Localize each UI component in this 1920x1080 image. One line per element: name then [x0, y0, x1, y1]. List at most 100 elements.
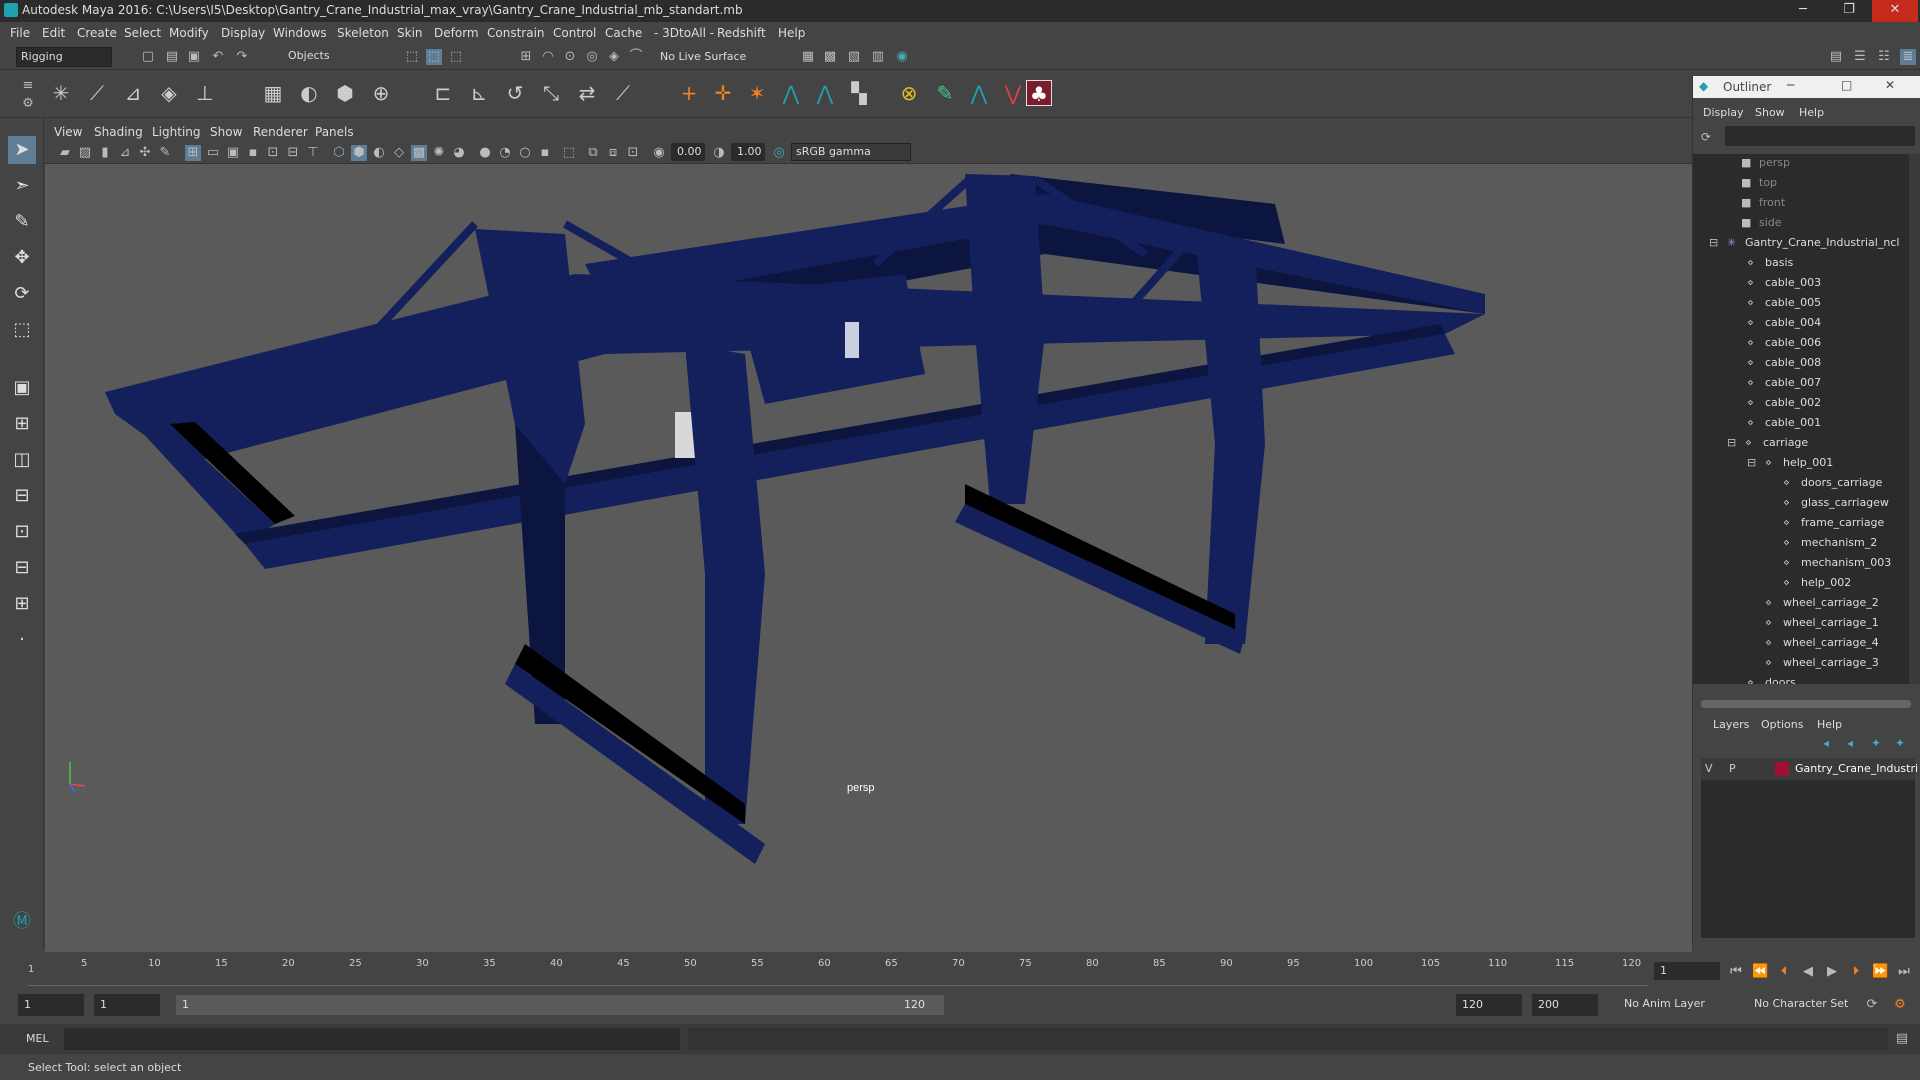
tree-item-wheel-carriage-2[interactable]: ⋄ wheel_carriage_2: [1765, 596, 1879, 616]
play-forward-icon[interactable]: ▶: [1824, 964, 1840, 980]
hik-icon[interactable]: ✶: [744, 80, 770, 106]
vp-menu-show[interactable]: Show: [210, 125, 242, 139]
snap-view-icon[interactable]: ◎: [584, 49, 600, 65]
layout-two-icon[interactable]: ◫: [8, 446, 36, 474]
rotate-tool-icon[interactable]: ⟳: [8, 280, 36, 308]
command-input[interactable]: [64, 1028, 680, 1050]
motion-blur-icon[interactable]: ◔: [497, 145, 513, 161]
gate-mask-icon[interactable]: ▪: [245, 145, 261, 161]
render-view-icon[interactable]: ▥: [870, 49, 886, 65]
select-hierarchy-icon[interactable]: ⬚: [404, 49, 420, 65]
lattice-icon[interactable]: ⬢: [332, 80, 358, 106]
create-joint-locator-icon[interactable]: ✛: [710, 80, 736, 106]
menu-control[interactable]: Control: [553, 26, 596, 40]
outliner-search-input[interactable]: [1725, 126, 1915, 146]
menuset-dropdown[interactable]: Rigging: [16, 47, 112, 67]
grease-pencil-icon[interactable]: ✎: [157, 145, 173, 161]
preferences-icon[interactable]: ⚙: [1892, 997, 1908, 1013]
outliner-close-button[interactable]: ✕: [1885, 78, 1895, 92]
tree-item-wheel-carriage-1[interactable]: ⋄ wheel_carriage_1: [1765, 616, 1879, 636]
modeling-toolkit-icon[interactable]: ▤: [1828, 49, 1844, 65]
shadows-icon[interactable]: ◕: [451, 145, 467, 161]
step-back-key-icon[interactable]: ⏪: [1752, 964, 1768, 980]
field-chart-icon[interactable]: ⊡: [265, 145, 281, 161]
outliner-vscrollbar[interactable]: [1909, 154, 1920, 684]
menu-constrain[interactable]: Constrain: [487, 26, 545, 40]
undo-icon[interactable]: ↶: [210, 49, 226, 65]
ambient-occlusion-icon[interactable]: ●: [477, 145, 493, 161]
vp-menu-renderer[interactable]: Renderer: [253, 125, 308, 139]
tree-item-mechanism-2[interactable]: ⋄ mechanism_2: [1783, 536, 1877, 556]
character-set-dropdown[interactable]: No Character Set: [1750, 994, 1860, 1016]
outliner-hscrollbar[interactable]: [1701, 700, 1911, 708]
render-settings-icon[interactable]: ▦: [800, 49, 816, 65]
layer-move-up-icon[interactable]: ◂: [1823, 736, 1829, 750]
render-frame-icon[interactable]: ▩: [822, 49, 838, 65]
layer-row[interactable]: V P Gantry_Crane_Industri: [1701, 758, 1918, 780]
tree-item-wheel-carriage-4[interactable]: ⋄ wheel_carriage_4: [1765, 636, 1879, 656]
camera-attr-icon[interactable]: ▨: [77, 145, 93, 161]
wireframe-icon[interactable]: ⬡: [331, 145, 347, 161]
tree-item-cable-002[interactable]: ⋄ cable_002: [1747, 396, 1821, 416]
tree-item-side[interactable]: ■ side: [1741, 216, 1782, 236]
minimize-button[interactable]: ─: [1780, 0, 1826, 22]
orient-constraint-icon[interactable]: ↺: [502, 80, 528, 106]
tree-item-wheel-carriage-3[interactable]: ⋄ wheel_carriage_3: [1765, 656, 1879, 676]
tree-item-cable-004[interactable]: ⋄ cable_004: [1747, 316, 1821, 336]
snap-live-icon[interactable]: ⌒: [628, 49, 644, 65]
tree-item-doors[interactable]: ⋄ doors: [1747, 676, 1796, 684]
gamma-icon[interactable]: ◑: [711, 145, 727, 161]
select-component-icon[interactable]: ⬚: [448, 49, 464, 65]
exposure-field[interactable]: 0.00: [671, 143, 705, 161]
time-slider[interactable]: 1 5 10 15 20 25 30 35 40 45 50 55 60 65 …: [0, 952, 1920, 990]
vp-menu-lighting[interactable]: Lighting: [152, 125, 201, 139]
step-forward-icon[interactable]: ⏩: [1872, 964, 1888, 980]
menu-help[interactable]: Help: [778, 26, 805, 40]
layer-visibility-toggle[interactable]: V: [1705, 762, 1713, 775]
move-tool-icon[interactable]: ✥: [8, 244, 36, 272]
menu-3dtoall[interactable]: - 3DtoAll -: [654, 26, 714, 40]
muscle-icon[interactable]: ⋀: [966, 80, 992, 106]
pole-constraint-icon[interactable]: ⟋: [610, 80, 636, 106]
tree-item-front[interactable]: ■ front: [1741, 196, 1785, 216]
hik-control-icon[interactable]: ⋀: [812, 80, 838, 106]
tree-item-mechanism-003[interactable]: ⋄ mechanism_003: [1783, 556, 1891, 576]
outliner-tree[interactable]: ■ persp ■ top ■ front ■ side ⊟ ✳ Gantry_Crane_…: [1693, 154, 1920, 684]
smooth-shade-icon[interactable]: ⬢: [351, 145, 367, 161]
tree-item-cable-003[interactable]: ⋄ cable_003: [1747, 276, 1821, 296]
layer-playback-toggle[interactable]: P: [1729, 762, 1736, 775]
resolution-gate-icon[interactable]: ▣: [225, 145, 241, 161]
paint-select-icon[interactable]: ✎: [8, 208, 36, 236]
layout-four-icon[interactable]: ⊞: [8, 410, 36, 438]
select-object-icon[interactable]: ⬚: [426, 49, 442, 65]
exposure-icon[interactable]: ◉: [651, 145, 667, 161]
depth-of-field-icon[interactable]: ▪: [537, 145, 553, 161]
tree-item-basis[interactable]: ⋄ basis: [1747, 256, 1793, 276]
hik-character-icon[interactable]: ⋀: [778, 80, 804, 106]
script-editor-icon[interactable]: ▤: [1894, 1031, 1910, 1047]
anim-layer-dropdown[interactable]: No Anim Layer: [1620, 994, 1740, 1016]
select-tool-icon[interactable]: ➤: [8, 136, 36, 164]
3d-viewport[interactable]: persp: [45, 164, 1692, 952]
parent-constraint-icon[interactable]: ⇄: [574, 80, 600, 106]
anim-start-field[interactable]: 1: [18, 994, 84, 1016]
layout-outliner-icon[interactable]: ⊟: [8, 554, 36, 582]
tree-item-doors-carriage[interactable]: ⋄ doors_carriage: [1783, 476, 1882, 496]
menu-cache[interactable]: Cache: [605, 26, 642, 40]
selection-mode-dropdown[interactable]: Objects: [284, 47, 380, 67]
menu-select[interactable]: Select: [124, 26, 161, 40]
go-to-end-icon[interactable]: ⏭: [1896, 964, 1912, 980]
scale-tool-icon[interactable]: ⬚: [8, 316, 36, 344]
image-plane-icon[interactable]: ⊿: [117, 145, 133, 161]
layout-persp-graph-icon[interactable]: ⊟: [8, 482, 36, 510]
two-d-pan-icon[interactable]: ✣: [137, 145, 153, 161]
color-management-icon[interactable]: ◎: [771, 145, 787, 161]
antialias-icon[interactable]: ○: [517, 145, 533, 161]
layers-menu-layers[interactable]: Layers: [1713, 718, 1749, 731]
safe-title-icon[interactable]: ⊤: [305, 145, 321, 161]
next-key-icon[interactable]: ⏵: [1848, 964, 1864, 980]
tree-item-cable-007[interactable]: ⋄ cable_007: [1747, 376, 1821, 396]
play-back-icon[interactable]: ◀: [1800, 964, 1816, 980]
xray-joints-icon[interactable]: ⧈: [605, 145, 621, 161]
go-to-start-icon[interactable]: ⏮: [1728, 964, 1744, 980]
